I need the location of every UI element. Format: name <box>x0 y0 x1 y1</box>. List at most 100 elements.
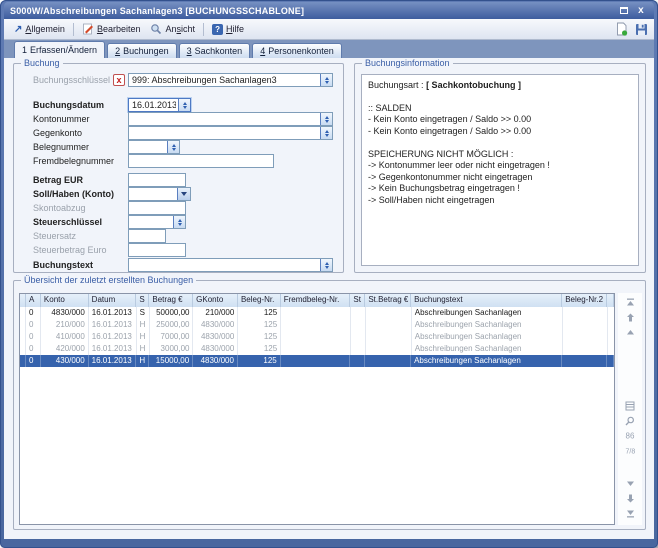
arrow-ne-icon: ↗ <box>14 25 22 34</box>
cell-stbetrag <box>366 319 412 331</box>
row-fremdbelegnummer: Fremdbelegnummer <box>14 154 343 168</box>
gegenkonto-combo[interactable] <box>128 126 333 140</box>
menu-hilfe[interactable]: ? Hilfe <box>207 22 249 37</box>
skontoabzug-label: Skontoabzug <box>33 203 86 213</box>
steuersatz-field[interactable] <box>128 229 166 243</box>
spinner-icon[interactable] <box>320 259 332 271</box>
row-gegenkonto: Gegenkonto <box>14 126 343 140</box>
cell-filler <box>608 343 614 355</box>
close-button[interactable]: x <box>634 5 648 17</box>
betrag-eur-field[interactable] <box>128 173 186 187</box>
col-header-beleg-nr-2[interactable]: Beleg-Nr.2 <box>562 294 607 307</box>
cell-betrag: 25000,00 <box>150 319 194 331</box>
spinner-icon[interactable] <box>173 216 185 228</box>
cell-st <box>351 319 366 331</box>
cell-konto: 420/000 <box>41 343 89 355</box>
steuerbetrag-euro-field[interactable] <box>128 243 186 257</box>
table-row[interactable]: 0 4830/000 16.01.2013 S 50000,00 210/000… <box>20 307 614 319</box>
spinner-icon[interactable] <box>320 113 332 125</box>
tab-buchungen[interactable]: 2Buchungen <box>107 43 177 58</box>
menu-ansicht-label: Ansicht <box>165 24 195 34</box>
table-row[interactable]: 0 420/000 16.01.2013 H 3000,00 4830/000 … <box>20 343 614 355</box>
clear-icon[interactable]: x <box>113 74 125 86</box>
cell-s: H <box>137 343 150 355</box>
belegnummer-field[interactable] <box>128 140 180 154</box>
soll-haben-combo[interactable] <box>128 187 191 201</box>
form-view-button[interactable] <box>623 399 637 412</box>
window-title: S000W/Abschreibungen Sachanlagen3 [BUCHU… <box>10 6 304 16</box>
col-header-datum[interactable]: Datum <box>89 294 137 307</box>
fremdbelegnummer-field[interactable] <box>128 154 274 168</box>
cell-gkonto: 4830/000 <box>193 343 238 355</box>
col-header-betrag[interactable]: Betrag € <box>149 294 193 307</box>
cell-filler <box>608 307 614 319</box>
scroll-to-bottom-button[interactable] <box>623 507 637 520</box>
new-document-button[interactable] <box>613 22 629 37</box>
tab-sachkonten[interactable]: 3Sachkonten <box>179 43 251 58</box>
step-down-button[interactable] <box>623 477 637 490</box>
col-header-s[interactable]: S <box>136 294 149 307</box>
scroll-to-top-button[interactable] <box>623 296 637 309</box>
spinner-icon[interactable] <box>167 141 179 153</box>
title-bar: S000W/Abschreibungen Sachanlagen3 [BUCHU… <box>4 2 654 19</box>
tab-personenkonten[interactable]: 4Personenkonten <box>252 43 342 58</box>
spinner-icon[interactable] <box>178 99 190 111</box>
table-row[interactable]: 0 210/000 16.01.2013 H 25000,00 4830/000… <box>20 319 614 331</box>
kontonummer-label: Kontonummer <box>33 114 90 124</box>
move-up-button[interactable] <box>623 311 637 324</box>
cell-gkonto: 4830/000 <box>193 319 238 331</box>
info-line: :: SALDEN <box>368 103 632 115</box>
steuerschluessel-label: Steuerschlüssel <box>33 217 102 227</box>
col-header-konto[interactable]: Konto <box>41 294 89 307</box>
group-buchung-title: Buchung <box>21 58 63 68</box>
cell-s: S <box>137 307 150 319</box>
count-button[interactable]: 86 <box>623 429 637 442</box>
menu-ansicht[interactable]: Ansicht <box>145 21 200 37</box>
cell-betrag: 50000,00 <box>150 307 194 319</box>
app-window: S000W/Abschreibungen Sachanlagen3 [BUCHU… <box>0 0 658 548</box>
buchungsschluessel-combo[interactable]: 999: Abschreibungen Sachanlagen3 <box>128 73 333 87</box>
menu-bearbeiten-label: Bearbeiten <box>97 24 141 34</box>
ratio-button[interactable]: 7/8 <box>623 444 637 457</box>
row-buchungstext: Buchungstext <box>14 258 343 272</box>
steuersatz-label: Steuersatz <box>33 231 76 241</box>
menu-bearbeiten[interactable]: Bearbeiten <box>77 21 146 37</box>
cell-a: 0 <box>26 307 41 319</box>
move-down-button[interactable] <box>623 492 637 505</box>
menu-allgemein[interactable]: ↗ Allgemein <box>9 22 70 36</box>
buchungsdatum-field[interactable]: 16.01.2013 <box>128 98 191 112</box>
row-buchungsdatum: Buchungsdatum 16.01.2013 <box>14 98 343 112</box>
buchungstext-combo[interactable] <box>128 258 333 272</box>
kontonummer-combo[interactable] <box>128 112 333 126</box>
col-header-st-betrag[interactable]: St.Betrag € <box>365 294 411 307</box>
skontoabzug-field[interactable] <box>128 201 186 215</box>
col-header-a[interactable]: A <box>26 294 41 307</box>
edit-icon <box>82 23 94 35</box>
table-row[interactable]: 0 410/000 16.01.2013 H 7000,00 4830/000 … <box>20 331 614 343</box>
row-steuerbetrag-euro: Steuerbetrag Euro <box>14 243 343 257</box>
steuerschluessel-field[interactable] <box>128 215 186 229</box>
col-header-st[interactable]: St <box>350 294 365 307</box>
cell-datum: 16.01.2013 <box>89 319 137 331</box>
search-button[interactable] <box>623 414 637 427</box>
search-icon <box>625 416 635 426</box>
restore-button[interactable] <box>617 5 631 17</box>
tab-erfassen-aendern[interactable]: 1Erfassen/Ändern <box>14 41 105 58</box>
nav-group-bottom <box>623 476 637 521</box>
spinner-icon[interactable] <box>320 74 332 86</box>
chevron-down-icon[interactable] <box>177 188 190 200</box>
col-header-beleg-nr[interactable]: Beleg-Nr. <box>238 294 281 307</box>
table-header-row: A Konto Datum S Betrag € GKonto Beleg-Nr… <box>20 294 614 307</box>
col-header-buchungstext[interactable]: Buchungstext <box>411 294 562 307</box>
info-line: -> Gegenkontonummer nicht eingetragen <box>368 172 632 184</box>
table-row-selected[interactable]: 0 430/000 16.01.2013 H 15000,00 4830/000… <box>20 355 614 367</box>
menu-separator <box>203 23 204 36</box>
save-button[interactable] <box>633 22 649 37</box>
cell-fremdbeleg <box>281 355 351 367</box>
col-header-fremdbeleg-nr[interactable]: Fremdbeleg-Nr. <box>281 294 351 307</box>
betrag-eur-label: Betrag EUR <box>33 175 83 185</box>
step-up-button[interactable] <box>623 326 637 339</box>
col-header-gkonto[interactable]: GKonto <box>193 294 238 307</box>
svg-text:7/8: 7/8 <box>625 449 635 456</box>
spinner-icon[interactable] <box>320 127 332 139</box>
